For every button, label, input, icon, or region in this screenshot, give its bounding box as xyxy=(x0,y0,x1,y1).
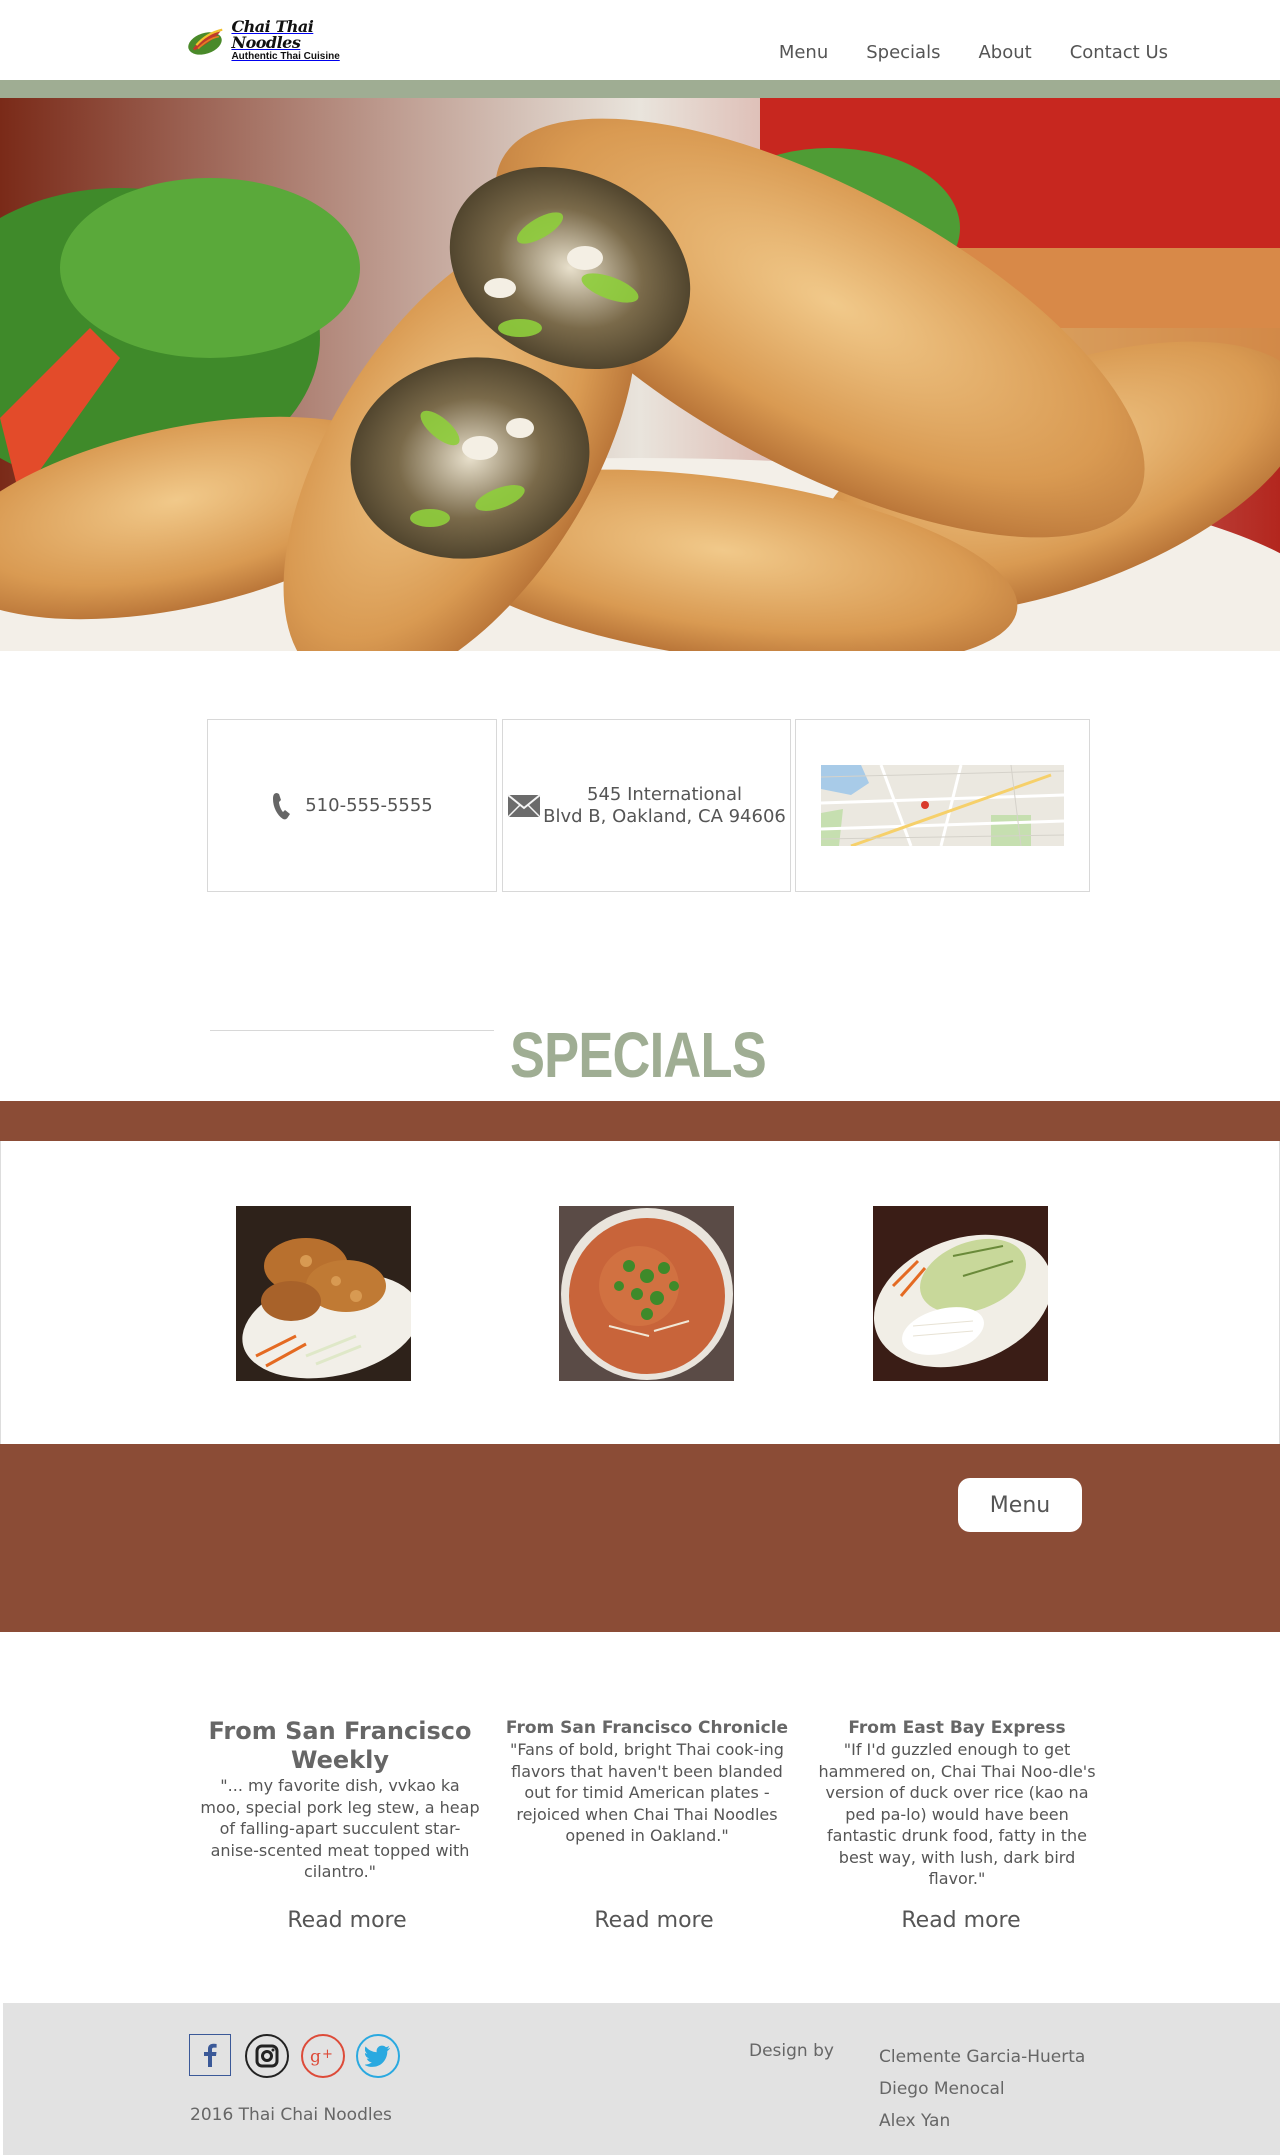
google-plus-icon[interactable]: g + xyxy=(301,2034,345,2078)
nav-menu[interactable]: Menu xyxy=(779,42,828,63)
read-more-link[interactable]: Read more xyxy=(510,1908,798,1933)
chili-leaf-logo-icon xyxy=(188,28,223,55)
menu-button[interactable]: Menu xyxy=(958,1478,1082,1532)
nav-specials[interactable]: Specials xyxy=(866,42,940,63)
review-quote: "... my favorite dish, vvkao ka moo, spe… xyxy=(200,1776,480,1881)
logo-tagline: Authentic Thai Cuisine xyxy=(231,50,340,62)
special-image-curry-soup[interactable] xyxy=(559,1206,734,1381)
envelope-icon xyxy=(507,793,541,818)
facebook-icon[interactable] xyxy=(189,2034,231,2076)
special-image-fried-chicken[interactable] xyxy=(236,1206,411,1381)
review-source: From San Francisco Chronicle xyxy=(505,1718,789,1738)
header-divider-band xyxy=(0,80,1280,98)
map-thumbnail[interactable] xyxy=(821,765,1064,846)
nav-contact-us[interactable]: Contact Us xyxy=(1070,42,1168,63)
nav-about[interactable]: About xyxy=(978,42,1031,63)
address-box[interactable]: 545 International Blvd B, Oakland, CA 94… xyxy=(502,719,791,892)
hero-image-spring-rolls xyxy=(0,98,1280,651)
svg-text:+: + xyxy=(322,2047,333,2062)
svg-text:g: g xyxy=(310,2047,321,2067)
address-text: 545 International Blvd B, Oakland, CA 94… xyxy=(543,784,786,828)
phone-icon xyxy=(273,792,291,819)
twitter-icon[interactable] xyxy=(356,2034,400,2078)
designers-list: Clemente Garcia-Huerta Diego Menocal Ale… xyxy=(879,2041,1085,2137)
site-header: Chai Thai Noodles Authentic Thai Cuisine… xyxy=(0,0,1280,80)
review-sf-chronicle: From San Francisco Chronicle "Fans of bo… xyxy=(503,1717,791,1847)
review-sf-weekly: From San Francisco Weekly "... my favori… xyxy=(196,1717,484,1883)
phone-box[interactable]: 510-555-5555 xyxy=(207,719,497,892)
specials-band-top xyxy=(0,1101,1280,1141)
logo-name: Chai Thai Noodles xyxy=(231,16,314,52)
read-more-link[interactable]: Read more xyxy=(203,1908,491,1933)
instagram-icon[interactable] xyxy=(245,2034,289,2078)
read-more-link[interactable]: Read more xyxy=(817,1908,1105,1933)
site-footer xyxy=(3,2003,1280,2155)
review-source: From San Francisco Weekly xyxy=(208,1717,472,1774)
main-nav: Menu Specials About Contact Us xyxy=(779,42,1168,63)
review-quote: "If I'd guzzled enough to get hammered o… xyxy=(818,1740,1096,1888)
designer-name: Alex Yan xyxy=(879,2111,951,2131)
designer-name: Diego Menocal xyxy=(879,2079,1005,2099)
specials-band-bottom xyxy=(0,1444,1280,1632)
logo[interactable]: Chai Thai Noodles Authentic Thai Cuisine xyxy=(186,18,366,62)
designer-name: Clemente Garcia-Huerta xyxy=(879,2047,1086,2067)
review-east-bay-express: From East Bay Express "If I'd guzzled en… xyxy=(813,1717,1101,1890)
review-quote: "Fans of bold, bright Thai cook-ing flav… xyxy=(510,1740,784,1845)
design-by-label: Design by xyxy=(749,2041,834,2061)
phone-number: 510-555-5555 xyxy=(305,794,433,816)
copyright-text: 2016 Thai Chai Noodles xyxy=(190,2105,392,2125)
review-source: From East Bay Express xyxy=(848,1718,1066,1738)
address-line-2: Blvd B, Oakland, CA 94606 xyxy=(543,805,786,827)
specials-heading: SPECIALS xyxy=(510,1019,767,1091)
special-image-papaya-salad[interactable] xyxy=(873,1206,1048,1381)
map-pin-icon xyxy=(921,801,929,809)
specials-divider xyxy=(210,1030,494,1031)
address-line-1: 545 International xyxy=(587,783,742,805)
map-box[interactable] xyxy=(795,719,1090,892)
